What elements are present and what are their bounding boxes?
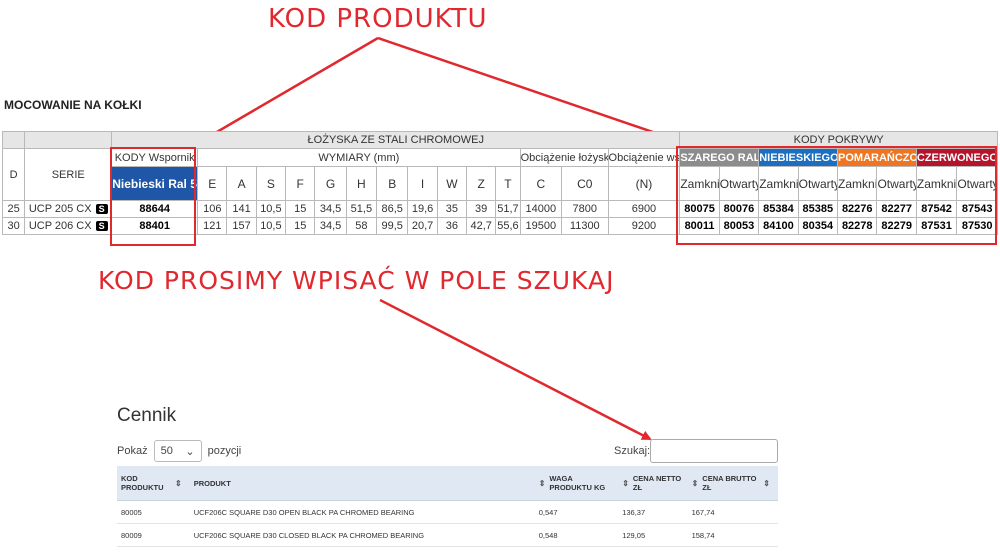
- sort-icon: ⇕: [538, 478, 546, 488]
- page-length-select[interactable]: 50 ⌄: [153, 440, 202, 462]
- price-cell-brutto: 167,74: [687, 500, 778, 524]
- cell-dim: 34,5: [314, 217, 347, 235]
- cell-dim: 19,6: [407, 200, 438, 218]
- annotation-kod-produktu: KOD PRODUKTU: [268, 4, 488, 34]
- cell-c0: 11300: [561, 217, 609, 235]
- annotation-kod-prosimy: KOD PROSIMY WPISAĆ W POLE SZUKAJ: [98, 266, 615, 295]
- show-label: Pokaż: [117, 445, 148, 457]
- dim-header: S: [255, 166, 287, 201]
- price-row: 80005 UCF206C SQUARE D30 OPEN BLACK PA C…: [117, 500, 778, 524]
- sort-icon: ⇕: [175, 478, 182, 488]
- dim-header: H: [345, 166, 378, 201]
- price-header-produkt[interactable]: PRODUKT: [189, 466, 535, 501]
- show-suffix: pozycji: [207, 445, 242, 457]
- arrow-to-kody-pokrywy: [377, 36, 684, 145]
- cell-dim: 141: [226, 200, 257, 218]
- serie-label: UCP 205 CX: [28, 203, 92, 215]
- cell-n: 9200: [607, 217, 681, 235]
- cell-serie[interactable]: UCP 206 CX S: [24, 217, 113, 235]
- price-cell-waga: 0,547: [534, 500, 619, 524]
- col-wymiary-header: WYMIARY (mm): [197, 148, 521, 167]
- dim-header: A: [226, 166, 257, 201]
- price-cell-kod: 80009: [117, 523, 190, 547]
- cell-dim: 51,5: [345, 200, 378, 218]
- section-title: MOCOWANIE NA KOŁKI: [4, 98, 142, 112]
- cell-dim: 86,5: [376, 200, 409, 218]
- cell-c0: 7800: [561, 200, 609, 218]
- cell-dim: 10,5: [255, 200, 287, 218]
- cell-dim: 99,5: [376, 217, 409, 235]
- load-c0-header: C0: [561, 166, 609, 201]
- highlight-box-kody-pokrywy: [676, 146, 997, 245]
- cell-dim: 35: [436, 200, 468, 218]
- price-cell-netto: 129,05: [618, 523, 688, 547]
- sort-icon: ⇕: [622, 478, 629, 488]
- cell-dim: 157: [226, 217, 257, 235]
- cell-d: 30: [1, 217, 26, 235]
- dim-header: G: [314, 166, 347, 201]
- price-header-brutto[interactable]: ⇕ CENA BRUTTO ZŁ ⇕: [687, 466, 778, 501]
- spec-blank: [24, 131, 113, 149]
- price-cell-produkt: UCF206C SQUARE D30 OPEN BLACK PA CHROMED…: [189, 500, 535, 524]
- load-n-header: (N): [607, 166, 681, 201]
- cell-serie[interactable]: UCP 205 CX S: [24, 200, 113, 218]
- spec-sheet-icon[interactable]: S: [95, 204, 108, 215]
- cell-dim: 10,5: [255, 217, 287, 235]
- cell-dim: 39: [466, 200, 497, 218]
- cell-dim: 121: [197, 217, 228, 235]
- cell-dim: 36: [436, 217, 468, 235]
- chevron-down-icon: ⌄: [185, 445, 195, 458]
- arrow-to-search: [379, 298, 652, 441]
- col-d-header: D: [1, 148, 26, 201]
- col-serie-header: SERIE: [24, 148, 113, 201]
- page-length-value: 50: [160, 445, 173, 457]
- search-label: Szukaj:: [614, 445, 651, 457]
- cell-dim: 58: [345, 217, 378, 235]
- price-header-kod[interactable]: KOD PRODUKTU ⇕: [117, 466, 190, 501]
- dim-header: F: [285, 166, 316, 201]
- dim-header: E: [197, 166, 228, 201]
- spec-sheet-icon[interactable]: S: [95, 221, 108, 232]
- cell-dim: 15: [285, 200, 316, 218]
- price-cell-waga: 0,548: [534, 523, 619, 547]
- dim-header: B: [376, 166, 409, 201]
- price-cell-produkt: UCF206C SQUARE D30 CLOSED BLACK PA CHROM…: [189, 523, 535, 547]
- search-input[interactable]: [650, 439, 778, 463]
- cell-c: 19500: [519, 217, 563, 235]
- serie-label: UCP 206 CX: [28, 220, 92, 232]
- price-table: KOD PRODUKTU ⇕ PRODUKT ⇕ WAGA PRODUKTU KG …: [117, 466, 778, 547]
- col-obc-wspor-header: Obciążenie wspor: [607, 148, 681, 167]
- dim-header: T: [495, 166, 521, 201]
- dim-header: Z: [466, 166, 497, 201]
- dim-header: W: [436, 166, 468, 201]
- price-list-title: Cennik: [117, 405, 177, 426]
- cell-dim: 20,7: [407, 217, 438, 235]
- cell-dim: 15: [285, 217, 316, 235]
- price-header-netto[interactable]: ⇕ CENA NETTO ZŁ: [618, 466, 688, 501]
- price-header-waga[interactable]: ⇕ WAGA PRODUKTU KG: [534, 466, 619, 501]
- cell-dim: 55,6: [495, 217, 521, 235]
- cell-n: 6900: [607, 200, 681, 218]
- cell-dim: 34,5: [314, 200, 347, 218]
- price-cell-brutto: 158,74: [687, 523, 778, 547]
- load-c-header: C: [519, 166, 563, 201]
- price-cell-netto: 136,37: [618, 500, 688, 524]
- dim-header: I: [407, 166, 438, 201]
- spec-blank: [1, 131, 26, 149]
- page-length-control: Pokaż 50 ⌄ pozycji: [117, 440, 241, 462]
- cell-dim: 42,7: [466, 217, 497, 235]
- cell-c: 14000: [519, 200, 563, 218]
- sort-icon: ⇕: [763, 478, 770, 488]
- arrow-to-kody-wspornik: [196, 36, 379, 145]
- price-cell-kod: 80005: [117, 500, 190, 524]
- price-row: 80009 UCF206C SQUARE D30 CLOSED BLACK PA…: [117, 523, 778, 547]
- group-bearings-header: ŁOŻYSKA ZE STALI CHROMOWEJ: [111, 131, 681, 149]
- cell-dim: 106: [197, 200, 228, 218]
- sort-icon: ⇕: [691, 478, 699, 488]
- col-obc-lozyska-header: Obciążenie łożyska (N): [519, 148, 609, 167]
- cell-d: 25: [1, 200, 26, 218]
- highlight-box-kody-wspornik: [110, 147, 196, 246]
- cell-dim: 51,7: [495, 200, 521, 218]
